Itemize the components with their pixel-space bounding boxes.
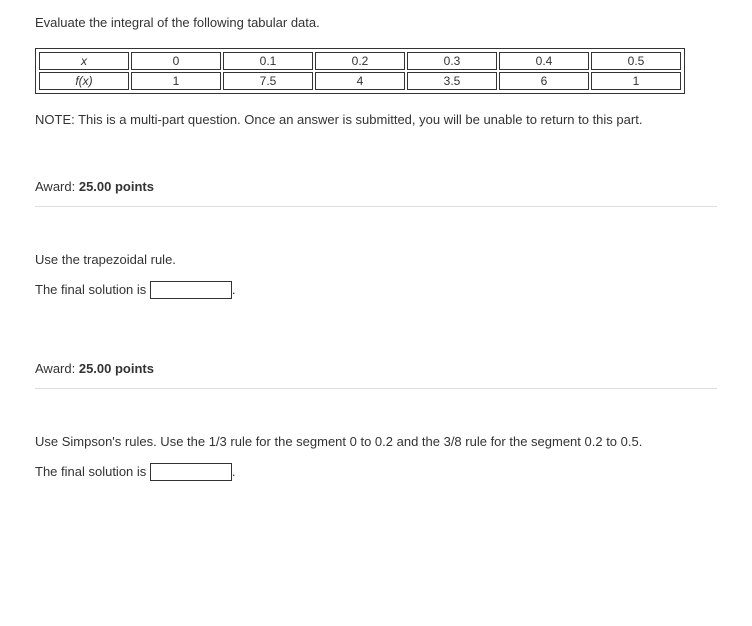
row-header: f(x) [39,72,129,90]
table-cell: 0.2 [315,52,405,70]
award-label: Award: [35,361,79,376]
question-note: NOTE: This is a multi-part question. Onc… [35,112,717,127]
part-instruction: Use the trapezoidal rule. [35,252,717,267]
answer-input[interactable] [150,463,232,481]
solution-line: The final solution is . [35,463,717,481]
award-bar: Award: 25.00 points [35,349,717,389]
table-cell: 0.3 [407,52,497,70]
table-cell: 7.5 [223,72,313,90]
answer-input[interactable] [150,281,232,299]
table-row: x 0 0.1 0.2 0.3 0.4 0.5 [39,52,681,70]
solution-suffix: . [232,282,236,297]
table-cell: 3.5 [407,72,497,90]
table-cell: 1 [591,72,681,90]
award-points: 25.00 points [79,361,154,376]
table-cell: 0.4 [499,52,589,70]
table-cell: 1 [131,72,221,90]
table-cell: 0 [131,52,221,70]
solution-prefix: The final solution is [35,464,150,479]
solution-prefix: The final solution is [35,282,150,297]
table-row: f(x) 1 7.5 4 3.5 6 1 [39,72,681,90]
table-cell: 0.1 [223,52,313,70]
award-bar: Award: 25.00 points [35,167,717,207]
solution-line: The final solution is . [35,281,717,299]
table-cell: 0.5 [591,52,681,70]
row-header: x [39,52,129,70]
award-points: 25.00 points [79,179,154,194]
part-instruction: Use Simpson's rules. Use the 1/3 rule fo… [35,434,717,449]
question-prompt: Evaluate the integral of the following t… [35,15,717,30]
table-cell: 4 [315,72,405,90]
award-label: Award: [35,179,79,194]
table-cell: 6 [499,72,589,90]
data-table: x 0 0.1 0.2 0.3 0.4 0.5 f(x) 1 7.5 4 3.5… [35,48,685,94]
solution-suffix: . [232,464,236,479]
